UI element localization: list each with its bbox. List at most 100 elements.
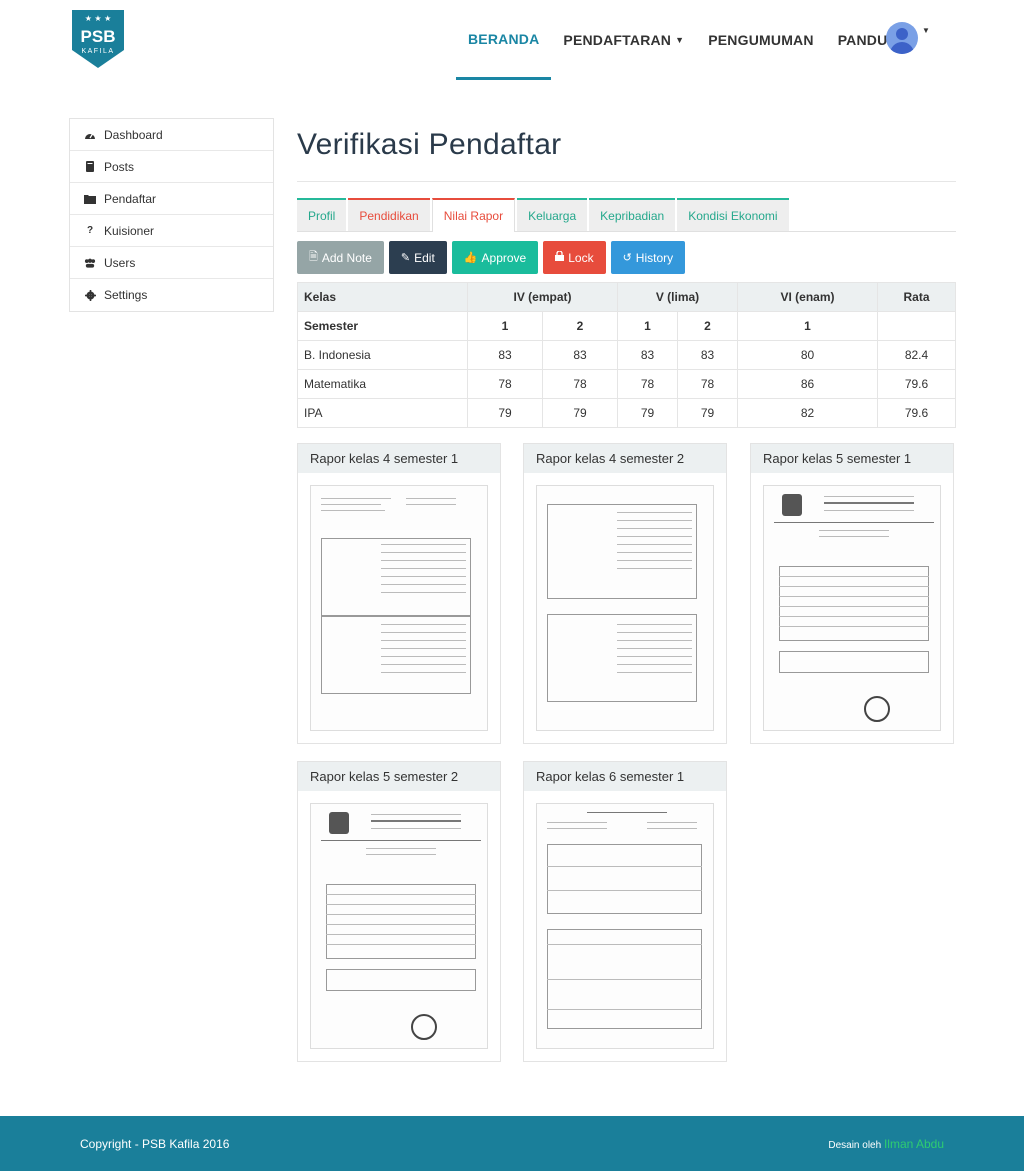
grade-cell: 86 — [737, 369, 878, 399]
nav-pendaftaran[interactable]: PENDAFTARAN ▼ — [551, 0, 696, 80]
col-kelas-4: IV (empat) — [467, 282, 618, 312]
book-icon — [84, 161, 96, 173]
grade-cell: 83 — [617, 340, 678, 370]
folder-icon — [84, 193, 96, 205]
semester-cell: 1 — [467, 311, 543, 341]
tab-profil[interactable]: Profil — [297, 198, 347, 231]
user-menu[interactable]: ▼ — [886, 22, 930, 54]
sidebar-item-kuisioner[interactable]: ? Kuisioner — [70, 215, 273, 247]
sidebar-item-label: Users — [104, 255, 136, 270]
grades-table: Kelas IV (empat) V (lima) VI (enam) Rata… — [297, 282, 956, 428]
grade-cell: 79 — [677, 398, 738, 428]
users-icon — [84, 257, 96, 269]
tab-label: Keluarga — [528, 208, 577, 223]
tab-nilai-rapor[interactable]: Nilai Rapor — [431, 198, 516, 232]
rapor-panel: Rapor kelas 4 semester 2 — [523, 443, 727, 744]
nav-beranda[interactable]: BERANDA — [456, 0, 552, 80]
sidebar-item-dashboard[interactable]: Dashboard — [70, 119, 273, 151]
credit-text: Desain oleh Ilman Abdu — [828, 1137, 944, 1151]
button-label: Approve — [481, 250, 527, 265]
col-kelas: Kelas — [297, 282, 468, 312]
tab-keluarga[interactable]: Keluarga — [517, 198, 588, 231]
grade-cell: 78 — [617, 369, 678, 399]
tab-bar: Profil Pendidikan Nilai Rapor Keluarga K… — [297, 198, 956, 232]
rapor-scan-image[interactable] — [536, 803, 714, 1049]
tab-kondisi-ekonomi[interactable]: Kondisi Ekonomi — [677, 198, 789, 231]
credit-prefix: Desain oleh — [828, 1139, 882, 1151]
cog-icon — [84, 289, 96, 301]
rapor-scan-image[interactable] — [763, 485, 941, 731]
grade-cell: 78 — [542, 369, 618, 399]
add-note-button[interactable]: 🗎 Add Note — [297, 241, 384, 274]
grade-cell: 79 — [542, 398, 618, 428]
copyright-text: Copyright - PSB Kafila 2016 — [80, 1136, 230, 1151]
edit-button[interactable]: ✎ Edit — [388, 241, 447, 274]
nav-pendaftaran-label: PENDAFTARAN — [563, 32, 672, 48]
rapor-scan-image[interactable] — [310, 485, 488, 731]
svg-text:★ ★ ★: ★ ★ ★ — [85, 14, 112, 23]
panel-title: Rapor kelas 5 semester 2 — [298, 762, 500, 791]
average-cell: 79.6 — [877, 369, 956, 399]
semester-label: Semester — [297, 311, 468, 341]
footer: Copyright - PSB Kafila 2016 Desain oleh … — [0, 1116, 1024, 1171]
tab-label: Nilai Rapor — [443, 209, 504, 223]
table-header-row: Kelas IV (empat) V (lima) VI (enam) Rata — [297, 282, 956, 312]
button-label: Edit — [414, 250, 435, 265]
col-rata: Rata — [877, 282, 956, 312]
rapor-panel: Rapor kelas 4 semester 1 — [297, 443, 501, 744]
rapor-panel: Rapor kelas 5 semester 1 — [750, 443, 954, 744]
grade-cell: 79 — [467, 398, 543, 428]
sidebar-item-posts[interactable]: Posts — [70, 151, 273, 183]
sidebar-item-settings[interactable]: Settings — [70, 279, 273, 311]
grade-cell: 79 — [617, 398, 678, 428]
panel-title: Rapor kelas 6 semester 1 — [524, 762, 726, 791]
nav-pengumuman[interactable]: PENGUMUMAN — [696, 0, 825, 80]
semester-cell: 1 — [737, 311, 878, 341]
svg-text:PSB: PSB — [81, 27, 116, 46]
lock-icon — [555, 250, 565, 264]
tab-label: Kepribadian — [600, 208, 665, 223]
tab-label: Profil — [308, 208, 336, 223]
title-divider — [297, 181, 956, 182]
sidebar-item-label: Posts — [104, 159, 135, 174]
grade-cell: 78 — [467, 369, 543, 399]
semester-cell-empty — [877, 311, 956, 341]
grade-cell: 80 — [737, 340, 878, 370]
semester-cell: 1 — [617, 311, 678, 341]
tab-pendidikan[interactable]: Pendidikan — [348, 198, 430, 231]
rapor-panel: Rapor kelas 6 semester 1 — [523, 761, 727, 1062]
rapor-panel: Rapor kelas 5 semester 2 — [297, 761, 501, 1062]
grade-cell: 82 — [737, 398, 878, 428]
col-kelas-6: VI (enam) — [737, 282, 878, 312]
subject-cell: IPA — [297, 398, 468, 428]
history-button[interactable]: ↺ History — [610, 241, 686, 274]
approve-button[interactable]: 👍 Approve — [451, 241, 539, 274]
sidebar-item-label: Dashboard — [104, 127, 163, 142]
lock-button[interactable]: Lock — [543, 241, 606, 274]
button-label: Lock — [568, 250, 594, 265]
table-row: B. Indonesia 83 83 83 83 80 82.4 — [297, 340, 956, 370]
grade-cell: 83 — [677, 340, 738, 370]
col-kelas-5: V (lima) — [617, 282, 738, 312]
panel-title: Rapor kelas 5 semester 1 — [751, 444, 953, 473]
grade-cell: 83 — [542, 340, 618, 370]
table-row: IPA 79 79 79 79 82 79.6 — [297, 398, 956, 428]
psb-kafila-logo[interactable]: ★ ★ ★ PSB KAFILA — [68, 6, 128, 70]
subject-cell: B. Indonesia — [297, 340, 468, 370]
tab-label: Kondisi Ekonomi — [688, 208, 778, 223]
sidebar-item-label: Settings — [104, 288, 148, 302]
note-icon: 🗎 — [309, 251, 318, 263]
rapor-scan-image[interactable] — [310, 803, 488, 1049]
semester-cell: 2 — [542, 311, 618, 341]
sidebar-item-users[interactable]: Users — [70, 247, 273, 279]
page-title: Verifikasi Pendaftar — [297, 128, 562, 161]
average-cell: 79.6 — [877, 398, 956, 428]
rapor-scan-image[interactable] — [536, 485, 714, 731]
history-icon: ↺ — [622, 252, 632, 264]
grade-cell: 78 — [677, 369, 738, 399]
credit-author-link[interactable]: Ilman Abdu — [884, 1137, 944, 1151]
semester-row: Semester 1 2 1 2 1 — [297, 311, 956, 341]
sidebar-item-pendaftar[interactable]: Pendaftar — [70, 183, 273, 215]
tab-kepribadian[interactable]: Kepribadian — [589, 198, 676, 231]
tab-label: Pendidikan — [359, 208, 419, 223]
